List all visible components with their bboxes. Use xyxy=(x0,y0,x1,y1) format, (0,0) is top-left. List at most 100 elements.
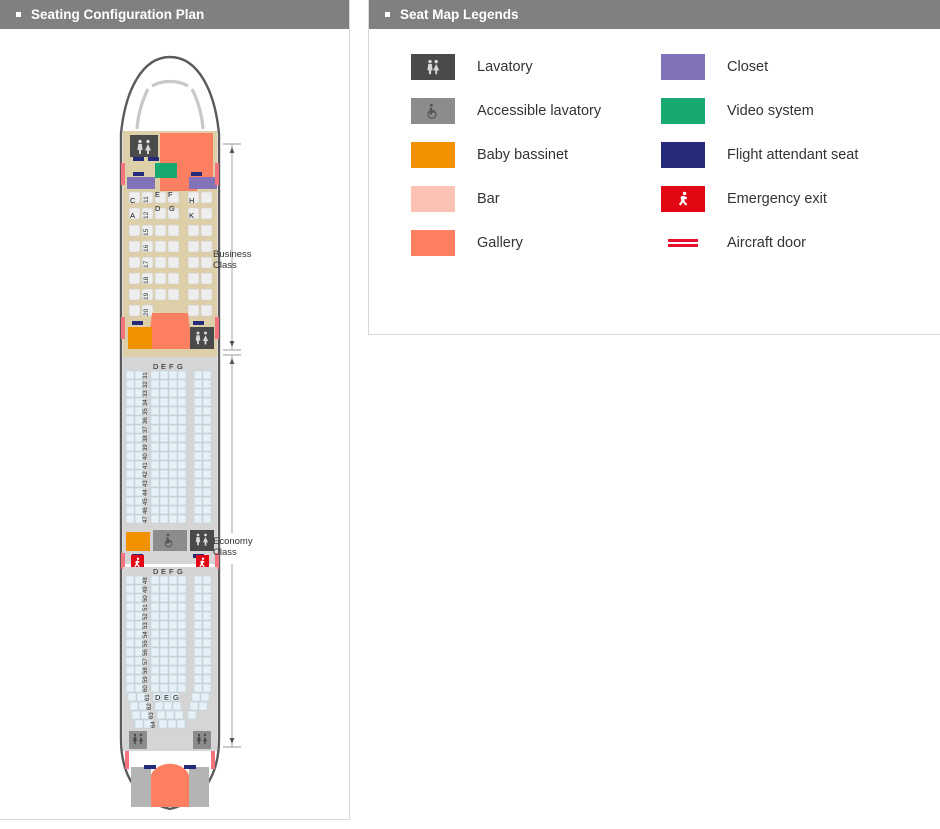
video-system-front[interactable] xyxy=(155,163,177,178)
legend-item-accessible-lavatory: Accessible lavatory xyxy=(411,98,661,124)
legend-label-closet: Closet xyxy=(727,59,769,75)
legend-swatch-video-system xyxy=(661,98,705,124)
front-lavatory[interactable] xyxy=(130,135,158,157)
svg-text:G: G xyxy=(173,693,179,702)
lavatory-rear-right[interactable] xyxy=(193,731,211,749)
svg-text:61: 61 xyxy=(145,694,151,701)
fa-seat-mid-b[interactable] xyxy=(193,321,204,325)
rear-galley-cart-right xyxy=(189,767,209,807)
svg-text:17: 17 xyxy=(143,260,150,268)
header-bullet-icon xyxy=(385,12,390,17)
legend-item-baby-bassinet: Baby bassinet xyxy=(411,142,661,168)
seating-configuration-header: Seating Configuration Plan xyxy=(0,0,349,29)
seat-map-legends-title: Seat Map Legends xyxy=(400,7,519,22)
svg-text:E: E xyxy=(161,362,166,371)
svg-text:H: H xyxy=(189,196,194,205)
legend-swatch-emergency-exit xyxy=(661,186,705,212)
svg-text:39: 39 xyxy=(143,444,149,451)
fa-seat-front-b[interactable] xyxy=(148,157,159,161)
rear-galley-area[interactable] xyxy=(149,763,191,807)
svg-text:F: F xyxy=(169,362,174,371)
seating-configuration-panel: Seating Configuration Plan A C D E F G H… xyxy=(0,0,350,820)
svg-text:63: 63 xyxy=(149,712,155,719)
legend-item-aircraft-door: Aircraft door xyxy=(661,230,911,256)
svg-text:D: D xyxy=(153,362,159,371)
lavatory-mid[interactable] xyxy=(190,327,214,349)
svg-text:56: 56 xyxy=(143,649,149,656)
legend-swatch-baby-bassinet xyxy=(411,142,455,168)
fa-seat-front-c[interactable] xyxy=(133,172,144,176)
aircraft-door-l2[interactable] xyxy=(121,317,125,339)
svg-text:40: 40 xyxy=(143,453,149,460)
aircraft-door-r2[interactable] xyxy=(215,317,219,339)
aircraft-door-l1[interactable] xyxy=(121,163,125,185)
seat-map-page: Seating Configuration Plan A C D E F G H… xyxy=(0,0,940,820)
svg-text:F: F xyxy=(169,567,174,576)
legend-swatch-gallery xyxy=(411,230,455,256)
svg-text:G: G xyxy=(169,204,175,213)
legend-label-video-system: Video system xyxy=(727,103,814,119)
svg-text:15: 15 xyxy=(143,228,150,236)
economy-tail-column-labels: DEG xyxy=(155,693,179,702)
seating-configuration-title: Seating Configuration Plan xyxy=(31,7,205,22)
svg-text:35: 35 xyxy=(143,408,149,415)
svg-text:50: 50 xyxy=(143,595,149,602)
svg-text:18: 18 xyxy=(143,276,150,284)
svg-text:47: 47 xyxy=(143,516,149,523)
svg-text:48: 48 xyxy=(143,577,149,584)
legend-label-accessible-lavatory: Accessible lavatory xyxy=(477,103,602,119)
legend-item-gallery: Gallery xyxy=(411,230,661,256)
svg-text:12: 12 xyxy=(143,211,150,219)
svg-text:58: 58 xyxy=(143,667,149,674)
svg-text:55: 55 xyxy=(143,640,149,647)
aircraft-door-l4[interactable] xyxy=(125,751,129,769)
closet-front-right[interactable] xyxy=(189,177,217,189)
legend-label-flight-attendant: Flight attendant seat xyxy=(727,147,859,163)
lavatory-exit-row[interactable] xyxy=(190,530,214,551)
door-bar xyxy=(668,239,698,242)
legend-label-aircraft-door: Aircraft door xyxy=(727,235,806,251)
svg-text:51: 51 xyxy=(143,604,149,611)
svg-text:54: 54 xyxy=(143,631,149,638)
aircraft-seat-map-diagram[interactable]: A C D E F G H K 11 12 15 16 17 18 19 20 … xyxy=(0,39,292,829)
mid-galley-area[interactable] xyxy=(148,313,192,349)
fa-seat-rear-b[interactable] xyxy=(184,765,196,769)
fa-seat-mid-a[interactable] xyxy=(132,321,143,325)
svg-text:45: 45 xyxy=(143,498,149,505)
door-lines-icon xyxy=(661,230,705,256)
legend-item-emergency-exit: Emergency exit xyxy=(661,186,911,212)
svg-text:34: 34 xyxy=(143,399,149,406)
baby-bassinet-mid[interactable] xyxy=(128,327,152,349)
svg-text:D: D xyxy=(153,567,159,576)
lavatory-rear-left[interactable] xyxy=(129,731,147,749)
fa-seat-rear-a[interactable] xyxy=(144,765,156,769)
svg-text:31: 31 xyxy=(143,372,149,379)
legend-item-flight-attendant: Flight attendant seat xyxy=(661,142,911,168)
legend-swatch-bar xyxy=(411,186,455,212)
svg-text:41: 41 xyxy=(143,462,149,469)
closet-front-left[interactable] xyxy=(127,177,155,189)
svg-text:D: D xyxy=(155,693,161,702)
svg-text:11: 11 xyxy=(143,196,150,203)
svg-text:38: 38 xyxy=(143,435,149,442)
svg-text:44: 44 xyxy=(143,489,149,496)
aircraft-door-l3[interactable] xyxy=(121,553,125,569)
seat-map-legends-panel: Seat Map Legends Lavatory Closet Accessibl… xyxy=(368,0,940,335)
svg-text:43: 43 xyxy=(143,480,149,487)
fa-seat-front-a[interactable] xyxy=(133,157,144,161)
svg-text:37: 37 xyxy=(143,426,149,433)
svg-text:A: A xyxy=(130,211,135,220)
svg-text:E: E xyxy=(155,190,160,199)
svg-text:60: 60 xyxy=(143,685,149,692)
aircraft-door-r1[interactable] xyxy=(215,163,219,185)
svg-text:49: 49 xyxy=(143,586,149,593)
svg-text:53: 53 xyxy=(143,622,149,629)
legend-item-bar: Bar xyxy=(411,186,661,212)
baby-bassinet-exit-row[interactable] xyxy=(126,532,150,551)
door-bar xyxy=(668,244,698,247)
svg-text:C: C xyxy=(130,196,136,205)
svg-text:E: E xyxy=(161,567,166,576)
fa-seat-front-d[interactable] xyxy=(191,172,202,176)
svg-text:G: G xyxy=(177,567,183,576)
aircraft-door-r4[interactable] xyxy=(211,751,215,769)
